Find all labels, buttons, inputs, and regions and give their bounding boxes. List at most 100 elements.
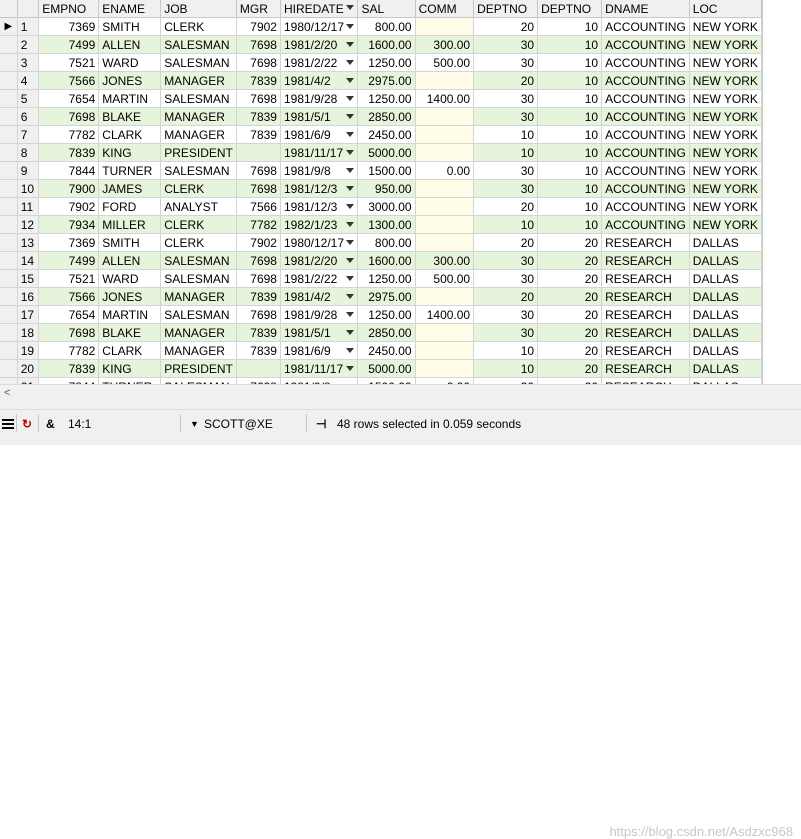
cell-hiredate[interactable]: 1981/11/17 (280, 359, 359, 378)
cell-sal[interactable]: 1500.00 (357, 161, 416, 180)
chevron-down-icon[interactable] (346, 42, 355, 47)
cell-empno[interactable]: 7900 (38, 179, 100, 198)
cell-dname[interactable]: RESEARCH (601, 287, 690, 306)
cell-hiredate[interactable]: 1981/6/9 (280, 341, 359, 360)
cell-job[interactable]: PRESIDENT (160, 143, 237, 162)
cell-job[interactable]: SALESMAN (160, 35, 237, 54)
column-header-deptno[interactable]: DEPTNO (473, 0, 539, 18)
cell-empno[interactable]: 7369 (38, 233, 100, 252)
cell-sal[interactable]: 2850.00 (357, 107, 416, 126)
cell-deptno[interactable]: 30 (473, 269, 539, 288)
cell-comm[interactable]: 300.00 (415, 251, 475, 270)
chevron-down-icon[interactable] (346, 5, 355, 10)
cell-empno[interactable]: 7521 (38, 53, 100, 72)
column-header-deptno[interactable]: DEPTNO (537, 0, 603, 18)
column-header-empno[interactable]: EMPNO (38, 0, 100, 18)
cell-deptno[interactable]: 20 (537, 287, 603, 306)
cell-ename[interactable]: FORD (98, 197, 162, 216)
cell-comm[interactable] (415, 341, 475, 360)
cell-dname[interactable]: ACCOUNTING (601, 89, 690, 108)
cell-empno[interactable]: 7782 (38, 125, 100, 144)
cell-mgr[interactable]: 7566 (236, 197, 281, 216)
scroll-left-arrow[interactable]: < (4, 387, 10, 399)
cell-loc[interactable]: NEW YORK (689, 35, 762, 54)
cell-job[interactable]: SALESMAN (160, 53, 237, 72)
cell-deptno[interactable]: 20 (537, 359, 603, 378)
cell-deptno[interactable]: 10 (473, 125, 539, 144)
cell-comm[interactable] (415, 107, 475, 126)
cell-empno[interactable]: 7844 (38, 161, 100, 180)
cell-sal[interactable]: 800.00 (357, 233, 416, 252)
cell-hiredate[interactable]: 1981/5/1 (280, 107, 359, 126)
cell-dname[interactable]: ACCOUNTING (601, 215, 690, 234)
cell-empno[interactable]: 7839 (38, 143, 100, 162)
cell-job[interactable]: SALESMAN (160, 161, 237, 180)
table-row[interactable]: 17 7654 MARTIN SALESMAN 7698 1981/9/28 1250.00… (0, 305, 762, 324)
chevron-down-icon[interactable] (346, 222, 355, 227)
cell-comm[interactable]: 0.00 (415, 161, 475, 180)
cell-comm[interactable] (415, 17, 475, 36)
chevron-down-icon[interactable] (346, 366, 355, 371)
cell-ename[interactable]: KING (98, 359, 162, 378)
cell-dname[interactable]: RESEARCH (601, 323, 690, 342)
cell-hiredate[interactable]: 1981/2/22 (280, 53, 359, 72)
cell-loc[interactable]: NEW YORK (689, 161, 762, 180)
cell-comm[interactable]: 1400.00 (415, 89, 475, 108)
cell-mgr[interactable]: 7698 (236, 251, 281, 270)
cell-ename[interactable]: WARD (98, 269, 162, 288)
cell-deptno[interactable]: 10 (537, 53, 603, 72)
cell-job[interactable]: SALESMAN (160, 269, 237, 288)
cell-sal[interactable]: 5000.00 (357, 359, 416, 378)
cell-dname[interactable]: RESEARCH (601, 305, 690, 324)
cell-mgr[interactable]: 7839 (236, 323, 281, 342)
cell-empno[interactable]: 7934 (38, 215, 100, 234)
cell-sal[interactable]: 1250.00 (357, 89, 416, 108)
cell-sal[interactable]: 1600.00 (357, 251, 416, 270)
cell-deptno[interactable]: 30 (473, 35, 539, 54)
cell-job[interactable]: MANAGER (160, 125, 237, 144)
undo-icon[interactable]: ↻ (22, 416, 32, 432)
cell-deptno[interactable]: 20 (537, 251, 603, 270)
cell-deptno[interactable]: 20 (537, 233, 603, 252)
cell-dname[interactable]: RESEARCH (601, 233, 690, 252)
cell-loc[interactable]: DALLAS (689, 251, 762, 270)
cell-deptno[interactable]: 20 (537, 269, 603, 288)
cell-hiredate[interactable]: 1981/12/3 (280, 197, 359, 216)
table-row[interactable]: ▶ 1 7369 SMITH CLERK 7902 1980/12/17 800.00 20 10… (0, 17, 762, 36)
cell-mgr[interactable]: 7839 (236, 71, 281, 90)
chevron-down-icon[interactable] (346, 168, 355, 173)
table-row[interactable]: 16 7566 JONES MANAGER 7839 1981/4/2 2975.00 20 2… (0, 287, 762, 306)
cell-empno[interactable]: 7698 (38, 323, 100, 342)
table-row[interactable]: 11 7902 FORD ANALYST 7566 1981/12/3 3000.00 20 1… (0, 197, 762, 216)
cell-hiredate[interactable]: 1981/2/20 (280, 35, 359, 54)
cell-deptno[interactable]: 30 (473, 89, 539, 108)
cell-empno[interactable]: 7902 (38, 197, 100, 216)
chevron-down-icon[interactable] (346, 330, 355, 335)
cell-ename[interactable]: WARD (98, 53, 162, 72)
cell-mgr[interactable]: 7698 (236, 179, 281, 198)
cell-ename[interactable]: MARTIN (98, 305, 162, 324)
cell-job[interactable]: MANAGER (160, 71, 237, 90)
cell-mgr[interactable] (236, 359, 281, 378)
cell-hiredate[interactable]: 1980/12/17 (280, 17, 359, 36)
cell-hiredate[interactable]: 1981/9/28 (280, 89, 359, 108)
cell-dname[interactable]: RESEARCH (601, 359, 690, 378)
cell-comm[interactable] (415, 197, 475, 216)
cell-loc[interactable]: NEW YORK (689, 53, 762, 72)
cell-job[interactable]: PRESIDENT (160, 359, 237, 378)
chevron-down-icon[interactable] (346, 132, 355, 137)
cell-sal[interactable]: 950.00 (357, 179, 416, 198)
cell-sal[interactable]: 2975.00 (357, 287, 416, 306)
cell-mgr[interactable]: 7902 (236, 17, 281, 36)
cell-comm[interactable]: 500.00 (415, 269, 475, 288)
cell-hiredate[interactable]: 1981/2/20 (280, 251, 359, 270)
column-header-sal[interactable]: SAL (357, 0, 416, 18)
cell-deptno[interactable]: 10 (537, 179, 603, 198)
cell-ename[interactable]: JAMES (98, 179, 162, 198)
cell-dname[interactable]: ACCOUNTING (601, 125, 690, 144)
cell-deptno[interactable]: 30 (473, 305, 539, 324)
cell-empno[interactable]: 7654 (38, 89, 100, 108)
cell-deptno[interactable]: 10 (537, 125, 603, 144)
cell-hiredate[interactable]: 1981/6/9 (280, 125, 359, 144)
cell-job[interactable]: MANAGER (160, 323, 237, 342)
